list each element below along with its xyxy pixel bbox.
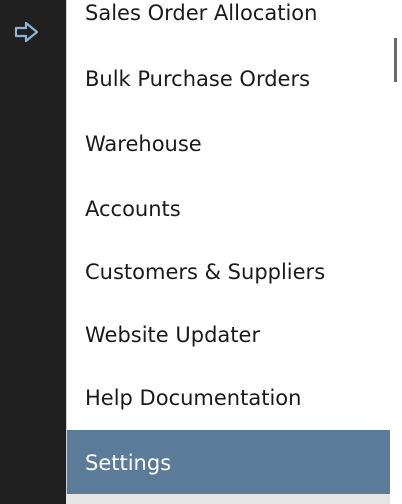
menu-item-warehouse[interactable]: Warehouse	[67, 111, 390, 176]
menu-item-label: Bulk Purchase Orders	[85, 66, 311, 91]
menu-item-customers-suppliers[interactable]: Customers & Suppliers	[67, 239, 390, 304]
menu-item-label: Warehouse	[85, 131, 202, 156]
scrollbar-thumb[interactable]	[394, 38, 397, 82]
app-frame: Sales Order Allocation Bulk Purchase Ord…	[0, 0, 402, 504]
menu-item-label: Website Updater	[85, 322, 261, 347]
menu-item-website-updater[interactable]: Website Updater	[67, 302, 390, 367]
menu-item-settings[interactable]: Settings	[67, 430, 390, 495]
navigation-menu: Sales Order Allocation Bulk Purchase Ord…	[66, 0, 390, 495]
menu-item-bulk-purchase-orders[interactable]: Bulk Purchase Orders	[67, 46, 390, 111]
menu-item-accounts[interactable]: Accounts	[67, 176, 390, 241]
menu-item-help-documentation[interactable]: Help Documentation	[67, 365, 390, 430]
menu-item-label: Help Documentation	[85, 385, 302, 410]
sidebar	[0, 0, 66, 504]
menu-item-label: Sales Order Allocation	[85, 0, 318, 25]
menu-bottom-strip	[66, 494, 390, 504]
menu-item-label: Settings	[85, 450, 172, 475]
menu-item-label: Customers & Suppliers	[85, 259, 326, 284]
menu-item-label: Accounts	[85, 196, 181, 221]
arrow-right-icon[interactable]	[13, 18, 41, 46]
menu-item-sales-order-allocation[interactable]: Sales Order Allocation	[67, 0, 390, 45]
